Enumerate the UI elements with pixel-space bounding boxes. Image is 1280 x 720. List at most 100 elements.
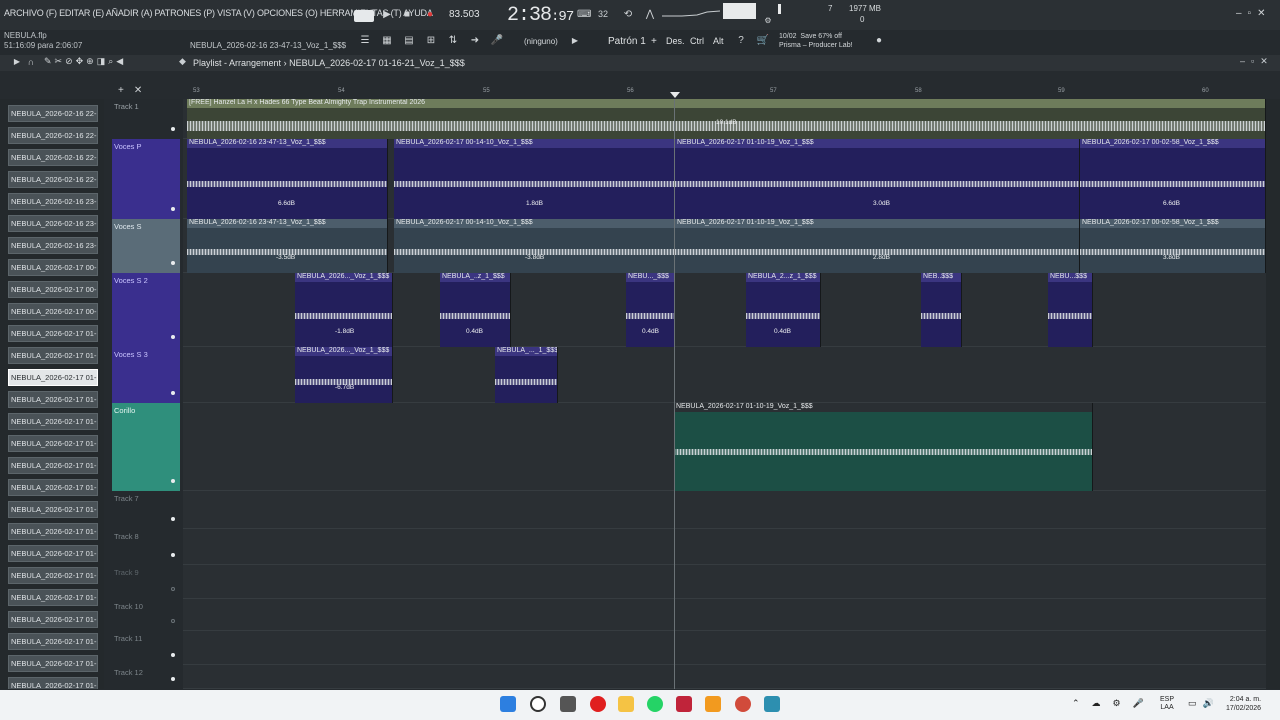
song-mode-toggle[interactable] [354,10,374,22]
browser-item[interactable]: NEBULA_2026-02-17 01- [8,589,98,606]
browser-item[interactable]: NEBULA_2026-02-17 01- [8,611,98,628]
search-icon[interactable] [530,696,546,712]
vertical-scrollbar[interactable] [1266,99,1280,689]
browser-item[interactable]: NEBULA_2026-02-16 23- [8,215,98,232]
playlist-window-controls[interactable]: –▫✕ [1240,56,1274,67]
clip-title[interactable]: NEBULA_2026-02-16 23-47-13_Voz_1_$$$ [187,139,387,148]
browser-item[interactable]: NEBULA_2026-02-17 01- [8,435,98,452]
track-mute-dot[interactable] [171,517,175,521]
track-mute-dot[interactable] [171,677,175,681]
clip-title[interactable]: [FREE] Hanzel La H x Hades 66 Type Beat … [187,99,1265,108]
playlist-zoom-controls[interactable]: +✕ [118,85,152,96]
track-header[interactable]: Voces S 3 [112,347,180,403]
track-header[interactable]: Track 7 [112,491,180,529]
tray-icons[interactable]: ⌃☁⚙🎤 [1072,698,1156,709]
ruler-mark[interactable]: 57 [770,88,777,94]
window-controls[interactable]: –▫✕ [1236,8,1272,19]
export-arrow-icon[interactable]: ➜ [468,34,482,48]
clip-title[interactable]: NEBULA_2026-02-17 01-10-19_Voz_1_$$$ [675,139,1079,148]
browser-item[interactable]: NEBULA_2026-02-17 00- [8,281,98,298]
piano-roll-icon[interactable]: ▤ [402,34,416,48]
clip-title[interactable]: NEBULA_2026..._Voz_1_$$$ [295,273,392,282]
track-header[interactable]: Track 1 [112,99,180,139]
audio-clip[interactable]: NEBULA_2026-02-16 23-47-13_Voz_1_$$$ [187,139,388,219]
track-mute-dot[interactable] [171,261,175,265]
clip-title[interactable]: NEBULA_2...z_1_$$$ [746,273,820,282]
ruler-mark[interactable]: 56 [627,88,634,94]
track-mute-dot[interactable] [171,653,175,657]
clip-title[interactable]: NEBULA_2026-02-16 23-47-13_Voz_1_$$$ [187,219,387,228]
clip-title[interactable]: NEB..$$$ [921,273,961,282]
browser-item[interactable]: NEBULA_2026-02-17 01- [8,633,98,650]
record-icon[interactable]: ● [423,8,437,22]
folder-icon[interactable] [618,696,634,712]
browser-item[interactable]: NEBULA_2026-02-17 01- [8,369,98,386]
clip-title[interactable]: NEBULA_2026-02-17 01-10-19_Voz_1_$$$ [674,403,1092,412]
opera-icon[interactable] [676,696,692,712]
audio-clip[interactable]: NEBULA_2026-02-17 01-10-19_Voz_1_$$$ [675,219,1080,273]
browser-item[interactable]: NEBULA_2026-02-17 01- [8,523,98,540]
add-pattern-button[interactable]: + [651,36,657,47]
clip-title[interactable]: NEBULA_2026..._Voz_1_$$$ [295,347,392,356]
clip-title[interactable]: NEBULA_..z_1_$$$ [440,273,510,282]
browser-item[interactable]: NEBULA_2026-02-16 23- [8,237,98,254]
track-header[interactable]: Track 9 [112,565,180,599]
play-pattern-icon[interactable]: ▶ [10,55,24,69]
youtube-icon[interactable] [590,696,606,712]
track-header[interactable]: Corillo [112,403,180,491]
ruler-mark[interactable]: 54 [338,88,345,94]
undo-button[interactable]: Des. [666,36,685,46]
browser-item[interactable]: NEBULA_2026-02-16 22- [8,171,98,188]
track-mute-dot[interactable] [171,619,175,623]
pattern-selector[interactable]: Patrón 1 [608,36,646,47]
browser-item[interactable]: NEBULA_2026-02-16 22- [8,127,98,144]
language-indicator[interactable]: ESP LAA [1160,696,1174,712]
audio-clip[interactable]: NEBULA_..._1_$$$ [495,347,558,403]
playhead-marker[interactable] [670,92,680,98]
clip-title[interactable]: NEBULA_2026-02-17 00-02-58_Voz_1_$$$ [1080,219,1265,228]
news-panel[interactable]: 10/02 Save 67% off Prisma – Producer Lab… [779,32,853,50]
channel-rack-icon[interactable]: ▦ [380,34,394,48]
ctrl-button[interactable]: Ctrl [690,36,704,46]
mixer-icon[interactable]: ⊞ [424,34,438,48]
metronome-icon[interactable]: ⋀ [643,8,657,22]
help-icon[interactable]: ? [734,34,748,48]
fl-studio-icon[interactable] [705,696,721,712]
ruler-mark[interactable]: 53 [193,88,200,94]
step-value[interactable]: 32 [598,9,608,19]
track-mute-dot[interactable] [171,553,175,557]
track-header[interactable]: Track 8 [112,529,180,565]
clip-title[interactable]: NEBU...$$$ [1048,273,1092,282]
browser-item[interactable]: NEBULA_2026-02-17 01- [8,567,98,584]
loop-icon[interactable]: ⟲ [621,8,635,22]
audio-clip[interactable]: NEBULA_2026-02-17 01-10-19_Voz_1_$$$ [674,403,1093,491]
audio-clip[interactable]: NEBULA_2026-02-17 00-14-10_Voz_1_$$$ [394,219,675,273]
browser-item[interactable]: NEBULA_2026-02-17 01- [8,391,98,408]
track-header[interactable]: Voces S 2 [112,273,180,347]
track-header[interactable]: Track 12 [112,665,180,689]
ruler-mark[interactable]: 60 [1202,88,1209,94]
browser-item[interactable]: NEBULA_2026-02-17 01- [8,677,98,689]
track-header[interactable]: Voces S [112,219,180,273]
browser-icon[interactable]: ⇅ [446,34,460,48]
ruler-mark[interactable]: 58 [915,88,922,94]
track-mute-dot[interactable] [171,479,175,483]
audio-clip[interactable]: NEB..$$$ [921,273,962,347]
audio-clip[interactable]: NEBULA_2026..._Voz_1_$$$ [295,273,393,347]
audio-clip[interactable]: NEBULA_..z_1_$$$ [440,273,511,347]
track-header[interactable]: Track 11 [112,631,180,665]
windows-start-icon[interactable] [500,696,516,712]
clip-title[interactable]: NEBULA_2026-02-17 00-14-10_Voz_1_$$$ [394,139,674,148]
clip-title[interactable]: NEBULA_2026-02-17 00-14-10_Voz_1_$$$ [394,219,674,228]
magnet-icon[interactable]: ∩ [24,55,38,69]
ruler-mark[interactable]: 59 [1058,88,1065,94]
track-mute-dot[interactable] [171,391,175,395]
audio-clip[interactable]: NEBULA_2026-02-17 01-10-19_Voz_1_$$$ [675,139,1080,219]
track-header[interactable]: Track 10 [112,599,180,631]
keyboard-icon[interactable]: ⌨ [577,8,591,22]
ruler-mark[interactable]: 55 [483,88,490,94]
audio-clip[interactable]: NEBULA_2026-02-17 00-02-58_Voz_1_$$$ [1080,219,1266,273]
audio-clip[interactable]: NEBU...$$$ [1048,273,1093,347]
tempo-display[interactable]: 83.503 [449,9,480,20]
notepad-icon[interactable] [764,696,780,712]
